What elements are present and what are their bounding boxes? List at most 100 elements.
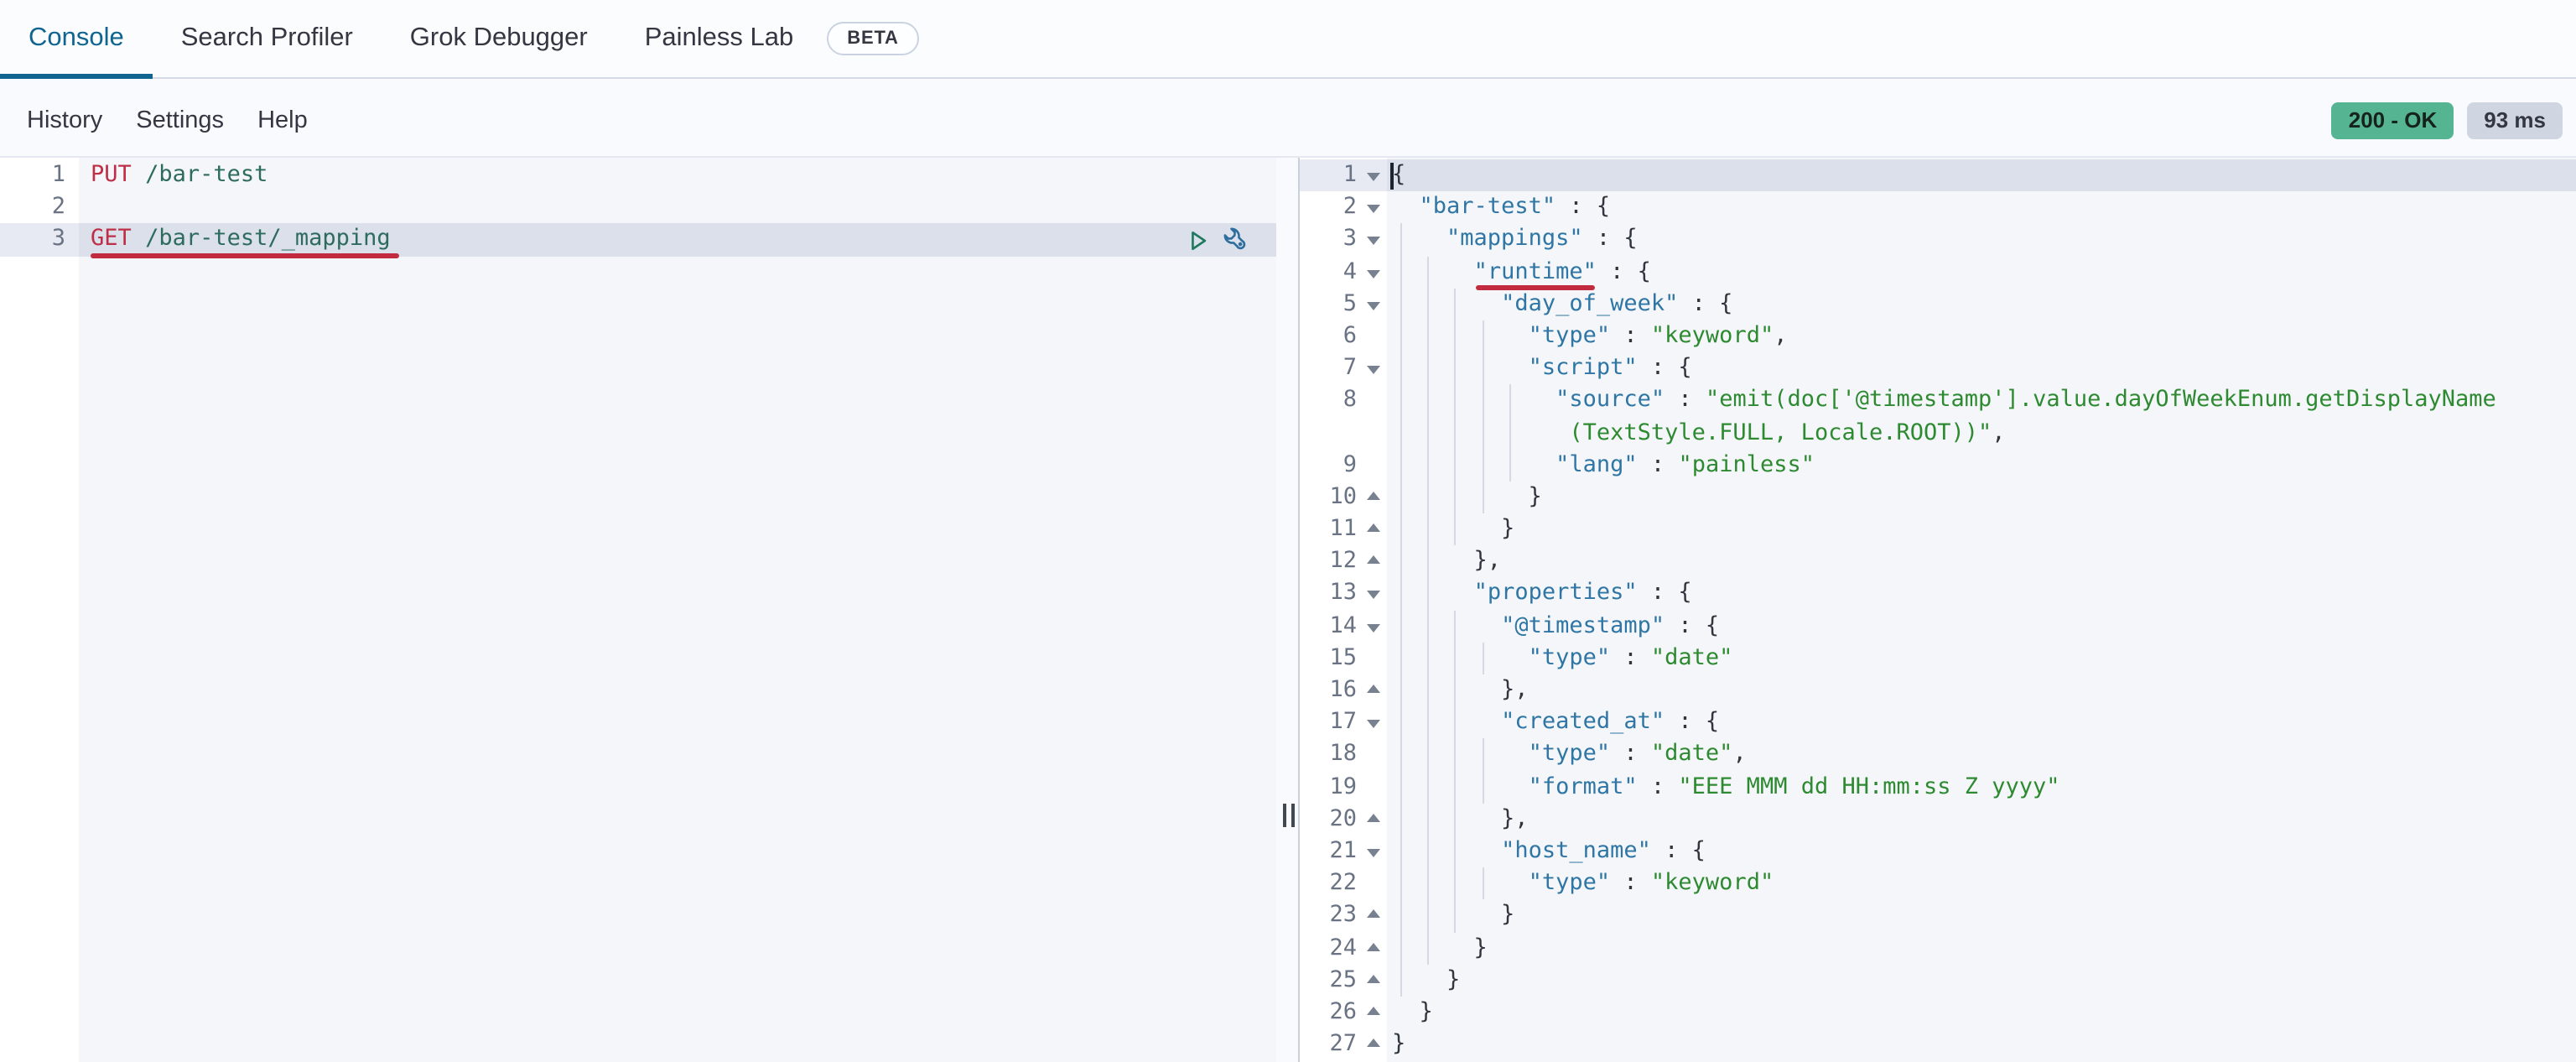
code-text[interactable]: }: [1387, 899, 2576, 932]
response-viewer-pane[interactable]: 1{2 "bar-test" : {3 "mappings" : {4 "run…: [1298, 158, 2576, 1062]
fold-caret-down-icon[interactable]: [1367, 623, 1380, 633]
response-line[interactable]: 1{: [1300, 159, 2576, 192]
code-text[interactable]: "script" : {: [1387, 352, 2576, 385]
code-text[interactable]: "runtime" : {: [1387, 256, 2576, 289]
response-line[interactable]: 10 }: [1300, 481, 2576, 514]
fold-caret-up-icon[interactable]: [1367, 491, 1380, 500]
response-line[interactable]: 2 "bar-test" : {: [1300, 191, 2576, 223]
response-line[interactable]: 18 "type" : "date",: [1300, 738, 2576, 772]
request-line[interactable]: 1 PUT /bar-test: [0, 159, 1276, 191]
code-text[interactable]: "lang" : "painless": [1387, 449, 2576, 482]
fold-caret-up-icon[interactable]: [1367, 974, 1380, 983]
code-text[interactable]: [79, 191, 1276, 223]
code-text[interactable]: (TextStyle.FULL, Locale.ROOT))",: [1387, 417, 2576, 450]
code-text[interactable]: "mappings" : {: [1387, 223, 2576, 257]
fold-caret-down-icon[interactable]: [1367, 848, 1380, 857]
code-text[interactable]: }: [1387, 513, 2576, 546]
code-text[interactable]: "created_at" : {: [1387, 706, 2576, 739]
request-line[interactable]: 3 GET /bar-test/_mapping: [0, 223, 1276, 258]
indent-guide: [1427, 417, 1430, 450]
response-line[interactable]: 19 "format" : "EEE MMM dd HH:mm:ss Z yyy…: [1300, 771, 2576, 804]
response-line[interactable]: 15 "type" : "date": [1300, 642, 2576, 674]
response-line[interactable]: 7 "script" : {: [1300, 352, 2576, 385]
code-text[interactable]: "type" : "date": [1387, 642, 2576, 674]
code-text[interactable]: }: [1387, 997, 2576, 1028]
code-text[interactable]: "bar-test" : {: [1387, 191, 2576, 223]
request-options-wrench-icon[interactable]: [1223, 227, 1249, 254]
code-text[interactable]: "day_of_week" : {: [1387, 288, 2576, 320]
code-text[interactable]: GET /bar-test/_mapping: [79, 223, 1276, 258]
tab-grok-debugger[interactable]: Grok Debugger: [382, 0, 616, 77]
code-text[interactable]: },: [1387, 545, 2576, 578]
tab-search-profiler[interactable]: Search Profiler: [153, 0, 382, 77]
response-line[interactable]: 6 "type" : "keyword",: [1300, 320, 2576, 353]
response-line[interactable]: 22 "type" : "keyword": [1300, 867, 2576, 900]
code-text[interactable]: },: [1387, 674, 2576, 707]
response-line[interactable]: 5 "day_of_week" : {: [1300, 288, 2576, 320]
indent-guide: [1400, 481, 1402, 514]
response-line[interactable]: 14 "@timestamp" : {: [1300, 610, 2576, 643]
code-text[interactable]: "properties" : {: [1387, 577, 2576, 611]
menu-history[interactable]: History: [27, 107, 102, 134]
fold-caret-down-icon[interactable]: [1367, 301, 1380, 310]
code-text[interactable]: "source" : "emit(doc['@timestamp'].value…: [1387, 384, 2576, 417]
request-line[interactable]: 2: [0, 191, 1276, 223]
response-line[interactable]: 24 }: [1300, 932, 2576, 965]
response-line[interactable]: 23 }: [1300, 899, 2576, 932]
fold-caret-up-icon[interactable]: [1367, 555, 1380, 565]
response-line[interactable]: 16 },: [1300, 674, 2576, 707]
indent-guide: [1454, 352, 1457, 385]
menu-settings[interactable]: Settings: [136, 107, 224, 134]
fold-caret-down-icon[interactable]: [1367, 237, 1380, 246]
fold-caret-up-icon[interactable]: [1367, 1039, 1380, 1048]
fold-caret-down-icon[interactable]: [1367, 205, 1380, 214]
indent-guide: [1454, 835, 1457, 868]
response-line[interactable]: 8 "source" : "emit(doc['@timestamp'].val…: [1300, 384, 2576, 417]
response-line[interactable]: 12 },: [1300, 545, 2576, 578]
code-text[interactable]: }: [1387, 1028, 2576, 1060]
fold-caret-down-icon[interactable]: [1367, 720, 1380, 729]
menu-help[interactable]: Help: [257, 107, 308, 134]
code-text[interactable]: "type" : "keyword": [1387, 867, 2576, 900]
fold-caret-down-icon[interactable]: [1367, 591, 1380, 600]
fold-caret-up-icon[interactable]: [1367, 909, 1380, 919]
code-text[interactable]: },: [1387, 803, 2576, 836]
fold-caret-down-icon[interactable]: [1367, 173, 1380, 181]
code-text[interactable]: "@timestamp" : {: [1387, 610, 2576, 643]
response-line[interactable]: 21 "host_name" : {: [1300, 835, 2576, 868]
request-editor-pane[interactable]: 1 PUT /bar-test 2 3 GET /bar-test/_mapping: [0, 158, 1276, 1062]
fold-caret-up-icon[interactable]: [1367, 942, 1380, 950]
code-text[interactable]: }: [1387, 481, 2576, 514]
response-line[interactable]: 3 "mappings" : {: [1300, 223, 2576, 257]
fold-caret-up-icon[interactable]: [1367, 813, 1380, 822]
fold-caret-up-icon[interactable]: [1367, 685, 1380, 693]
response-line[interactable]: 26 }: [1300, 997, 2576, 1028]
response-line[interactable]: 17 "created_at" : {: [1300, 706, 2576, 739]
panel-resize-handle[interactable]: [1280, 804, 1296, 827]
fold-caret-down-icon[interactable]: [1367, 366, 1380, 375]
fold-caret-down-icon[interactable]: [1367, 269, 1380, 279]
line-number: 2: [51, 193, 65, 221]
code-text[interactable]: {: [1387, 159, 2576, 192]
code-text[interactable]: }: [1387, 964, 2576, 997]
send-request-play-icon[interactable]: [1186, 228, 1211, 253]
tab-console[interactable]: Console: [0, 0, 153, 79]
fold-caret-up-icon[interactable]: [1367, 1006, 1380, 1015]
fold-caret-up-icon[interactable]: [1367, 523, 1380, 533]
response-line[interactable]: 9 "lang" : "painless": [1300, 449, 2576, 482]
response-line[interactable]: (TextStyle.FULL, Locale.ROOT))",: [1300, 417, 2576, 450]
tab-painless-lab[interactable]: Painless Lab BETA: [616, 0, 948, 77]
response-line[interactable]: 4 "runtime" : {: [1300, 256, 2576, 289]
line-number: 3: [0, 223, 79, 257]
code-text[interactable]: PUT /bar-test: [79, 159, 1276, 191]
response-line[interactable]: 20 },: [1300, 803, 2576, 836]
code-text[interactable]: "host_name" : {: [1387, 835, 2576, 868]
code-text[interactable]: "type" : "keyword",: [1387, 320, 2576, 353]
response-line[interactable]: 25 }: [1300, 964, 2576, 997]
code-text[interactable]: "format" : "EEE MMM dd HH:mm:ss Z yyyy": [1387, 771, 2576, 804]
response-line[interactable]: 13 "properties" : {: [1300, 577, 2576, 611]
response-line[interactable]: 27}: [1300, 1028, 2576, 1060]
response-line[interactable]: 11 }: [1300, 513, 2576, 546]
code-text[interactable]: "type" : "date",: [1387, 738, 2576, 772]
code-text[interactable]: }: [1387, 932, 2576, 965]
